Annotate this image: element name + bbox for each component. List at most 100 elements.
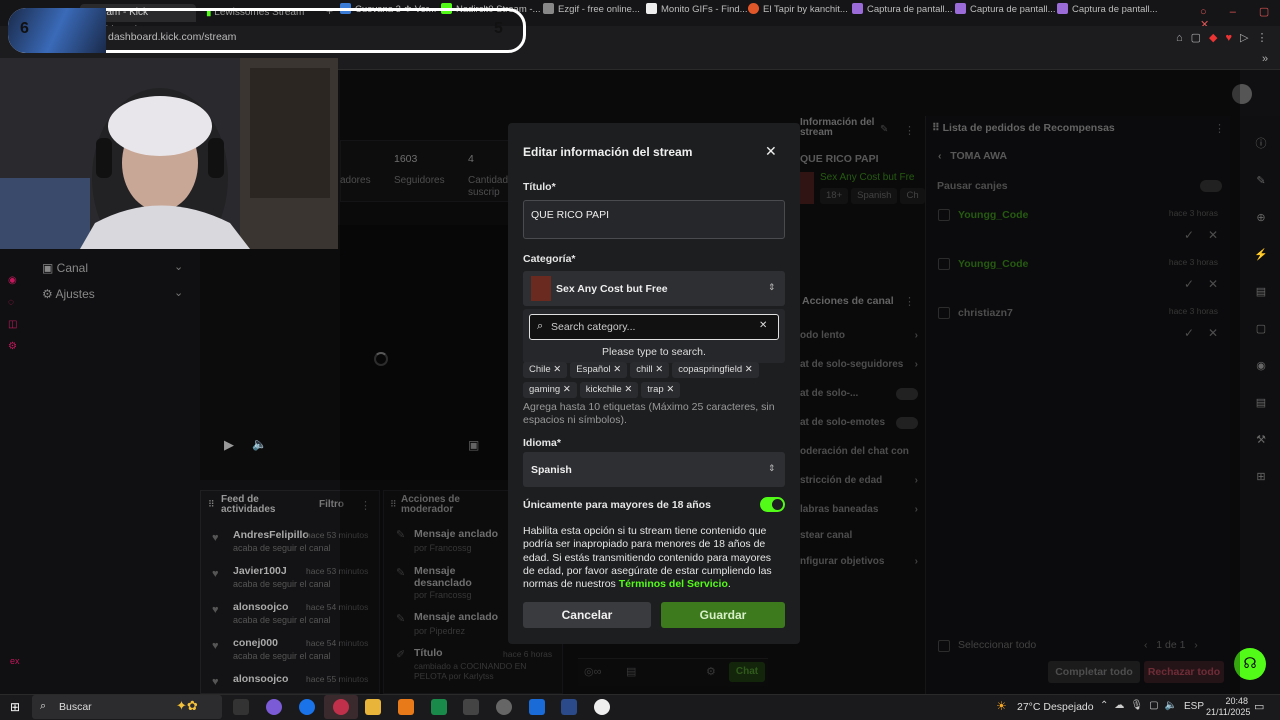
bookmark-item[interactable]: El Tapir by kanchit... xyxy=(748,3,848,17)
webcam-image xyxy=(0,58,338,249)
heart-icon: ♥ xyxy=(212,532,219,544)
tag-label: gaming xyxy=(529,384,561,395)
mature-help: Habilita esta opción si tu stream tiene … xyxy=(523,525,772,591)
edge-icon[interactable] xyxy=(299,699,315,715)
rail-icons[interactable]: ⓘ ✎ ⊕ ⚡ ▤ ▢ ◉ ▤ ⚒ ⊞ xyxy=(1254,126,1268,496)
cancel-button[interactable]: Cancelar xyxy=(523,602,651,628)
heart-icon: ♥ xyxy=(212,568,219,580)
sidebar-icons[interactable]: ◉ ◌ ◫ ⚙ xyxy=(8,270,20,358)
bookmark-icon xyxy=(748,3,759,14)
terms-link[interactable]: Términos del Servicio xyxy=(619,578,728,590)
search-highlight-icon: ✦✿ xyxy=(176,698,198,713)
extension-icons[interactable]: ⌂▢◆♥▷⋮ xyxy=(1176,31,1276,44)
bookmark-icon xyxy=(543,3,554,14)
bookmark-item[interactable]: Captura de pantall... xyxy=(955,3,1056,17)
weather-text[interactable]: 27°C Despejado xyxy=(1017,701,1094,713)
app-icon[interactable] xyxy=(431,699,447,715)
overlay-number: 6 xyxy=(20,20,29,37)
overlay-number: 5 xyxy=(494,20,503,37)
toggle-knob xyxy=(772,499,783,510)
feed-action: acaba de seguir el canal xyxy=(233,615,331,625)
chevron-down-icon[interactable]: ⌄ xyxy=(174,286,183,299)
heart-icon: ♥ xyxy=(212,640,219,652)
tag-chip: chill ✕ xyxy=(630,362,670,378)
browser-icon[interactable] xyxy=(333,699,349,715)
bookmark-item[interactable]: Captura de pantall... xyxy=(852,3,953,17)
heart-icon: ♥ xyxy=(212,604,219,616)
tray-icons[interactable]: ⌃☁🎙▢🔈 xyxy=(1100,700,1183,711)
volume-icon[interactable]: 🔈 xyxy=(252,437,267,451)
category-thumbnail xyxy=(531,276,551,301)
task-view-icon[interactable] xyxy=(233,699,249,715)
file-explorer-icon[interactable] xyxy=(365,699,381,715)
language-indicator[interactable]: ESP xyxy=(1184,701,1204,712)
feed-action: acaba de seguir el canal xyxy=(233,543,331,553)
clock[interactable]: 20:48 21/11/2025 xyxy=(1206,696,1251,718)
app-icon[interactable] xyxy=(463,699,479,715)
close-icon[interactable]: ✕ xyxy=(765,143,777,160)
tag-label: Español xyxy=(576,364,611,375)
feed-user: alonsoojco xyxy=(233,601,289,613)
copilot-icon[interactable] xyxy=(266,699,282,715)
drag-handle-icon[interactable]: ⠿ xyxy=(208,499,215,510)
remove-tag-icon[interactable]: ✕ xyxy=(553,364,561,375)
sidebar-item-canal[interactable]: ▣ Canal xyxy=(42,261,88,275)
logout-icon[interactable]: ex xyxy=(10,656,20,666)
weather-icon: ☀ xyxy=(996,699,1007,713)
notifications-icon[interactable]: ▭ xyxy=(1254,700,1264,713)
remove-tag-icon[interactable]: ✕ xyxy=(613,364,621,375)
bookmark-label: Monito GIFs - Find... xyxy=(661,4,748,15)
windows-start-icon[interactable]: ⊞ xyxy=(10,700,20,714)
app-icon[interactable] xyxy=(529,699,545,715)
remove-tag-icon[interactable]: ✕ xyxy=(655,364,663,375)
tag-label: trap xyxy=(647,384,664,395)
tag-chip: trap ✕ xyxy=(641,382,681,398)
clock-time: 20:48 xyxy=(1225,696,1248,706)
feed-action: acaba de seguir el canal xyxy=(233,579,331,589)
bookmark-label: Ezgif - free online... xyxy=(558,4,640,15)
search-icon: ⌕ xyxy=(40,700,47,712)
save-button[interactable]: Guardar xyxy=(661,602,785,628)
feed-title: Feed de actividades xyxy=(221,494,276,515)
language-label: Idioma* xyxy=(523,437,561,449)
sidebar-item-ajustes[interactable]: ⚙ Ajustes xyxy=(42,287,95,301)
obs-icon[interactable] xyxy=(496,699,512,715)
select-arrows-icon: ⇕ xyxy=(768,463,776,473)
media-player-icon[interactable] xyxy=(594,699,610,715)
remove-tag-icon[interactable]: ✕ xyxy=(563,384,571,395)
search-placeholder: Search category... xyxy=(551,321,636,333)
bookmark-label: El Tapir by kanchit... xyxy=(763,4,848,15)
tag-label: copaspringfield xyxy=(678,364,743,375)
app-icon[interactable] xyxy=(561,699,577,715)
title-label: Título* xyxy=(523,181,556,193)
title-input-value: QUE RICO PAPI xyxy=(531,209,609,221)
search-icon: ⌕ xyxy=(537,320,544,332)
chevron-down-icon[interactable]: ⌄ xyxy=(174,260,183,273)
remove-tag-icon[interactable]: ✕ xyxy=(666,384,674,395)
tag-chip: Español ✕ xyxy=(570,362,628,378)
tag-chip: copaspringfield ✕ xyxy=(672,362,759,378)
feed-user: alonsoojco xyxy=(233,673,289,685)
clock-date: 21/11/2025 xyxy=(1206,707,1251,717)
bookmark-icon xyxy=(646,3,657,14)
tags-help: Agrega hasta 10 etiquetas (Máximo 25 car… xyxy=(523,401,775,426)
clear-search-icon[interactable]: ✕ xyxy=(759,320,767,331)
feed-user: Javier100J xyxy=(233,565,287,577)
category-label: Categoría* xyxy=(523,253,576,265)
bookmark-item[interactable]: Monito GIFs - Find... xyxy=(646,3,748,17)
feed-user: conej000 xyxy=(233,637,278,649)
app-icon[interactable] xyxy=(398,699,414,715)
more-bookmarks-icon[interactable]: » xyxy=(1262,53,1268,65)
bookmark-label: Captura de pantall... xyxy=(1072,4,1158,15)
bookmark-icon xyxy=(1057,3,1068,14)
bookmark-icon xyxy=(852,3,863,14)
select-arrows-icon: ⇕ xyxy=(768,282,776,292)
remove-tag-icon[interactable]: ✕ xyxy=(624,384,632,395)
bookmark-label: Captura de pantall... xyxy=(867,4,953,15)
tag-label: Chile xyxy=(529,364,551,375)
bookmark-item[interactable]: Captura de pantall... xyxy=(1057,3,1158,17)
bookmark-item[interactable]: Ezgif - free online... xyxy=(543,3,640,17)
play-icon[interactable]: ▶ xyxy=(224,437,234,453)
remove-tag-icon[interactable]: ✕ xyxy=(745,364,753,375)
language-value: Spanish xyxy=(531,464,572,476)
